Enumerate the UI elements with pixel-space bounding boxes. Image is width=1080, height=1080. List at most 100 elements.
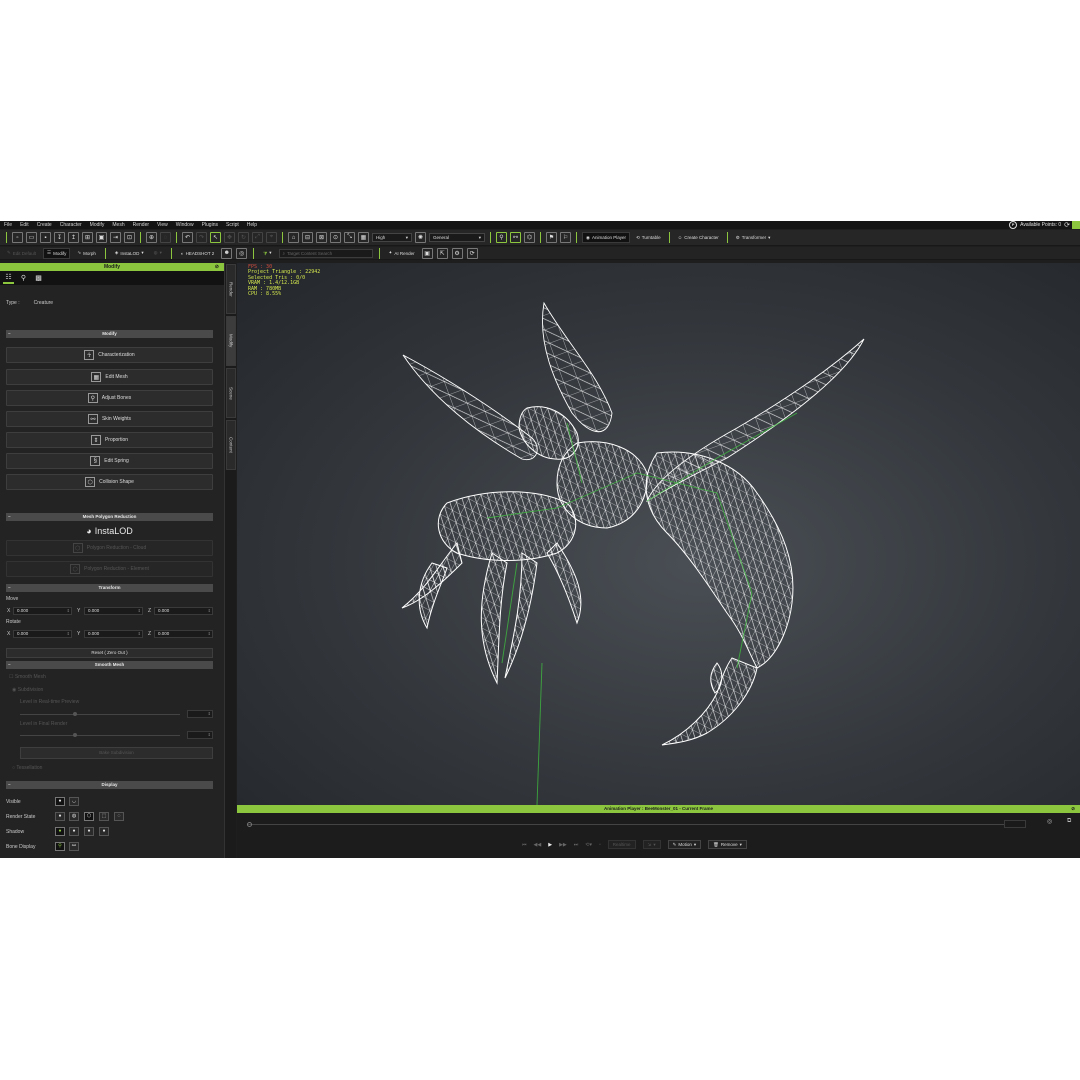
move-z-field[interactable]: 0.000 ⇕ [154, 607, 213, 615]
ai-render-button[interactable]: ✦ AI Render [386, 248, 418, 259]
section-mesh-polygon-reduction[interactable]: − Mesh Polygon Reduction [6, 513, 213, 521]
modify-button[interactable]: ☰ Modify [43, 247, 71, 259]
quality-select[interactable]: High ▾ [372, 233, 412, 242]
rotate-z-field[interactable]: 0.000 ⇕ [154, 630, 213, 638]
tab-attributes-icon[interactable]: ☷ [3, 273, 14, 284]
export-fbx-icon[interactable]: ⇥ [110, 232, 121, 243]
collapse-icon[interactable]: − [8, 584, 11, 592]
edit-default-button[interactable]: ✎ Edit Default [4, 248, 39, 259]
realtime-button[interactable]: Realtime [607, 840, 636, 849]
rotate-tool-icon[interactable]: ↻ [238, 232, 249, 243]
shading-select[interactable]: General ▾ [429, 233, 485, 242]
timeline-playhead[interactable] [247, 822, 252, 827]
play-icon[interactable]: ▶ [548, 842, 552, 848]
render-flat-icon[interactable]: ◍ [69, 812, 79, 821]
export-icon[interactable]: ↥ [68, 232, 79, 243]
pose-icon[interactable]: ⚲ [496, 232, 507, 243]
side-tab-modify[interactable]: Modify [226, 316, 236, 366]
plugin-dim-button[interactable]: ◍ ▾ [151, 248, 165, 259]
camera-zoom-icon[interactable]: ⤡ [344, 232, 355, 243]
create-character-button[interactable]: ☺ Create Character [675, 232, 722, 243]
collapse-icon[interactable]: − [8, 661, 11, 669]
collapse-icon[interactable]: − [8, 513, 11, 521]
bone-display-off-icon[interactable]: ⚯ [69, 842, 79, 851]
skin-weights-button[interactable]: ⚯ Skin Weights [6, 411, 213, 427]
visible-on-icon[interactable]: ● [55, 797, 65, 806]
scene-manager-icon[interactable]: ⚑ [546, 232, 557, 243]
export-image-icon[interactable]: ⇱ [436, 247, 448, 259]
menu-file[interactable]: File [0, 221, 16, 229]
globe-icon[interactable]: ◎ [236, 247, 248, 259]
side-tab-render[interactable]: Render [226, 264, 236, 314]
transformer-button[interactable]: ⚙ Transformer ▾ [733, 232, 774, 243]
menu-character[interactable]: Character [56, 221, 86, 229]
camera-orbit-icon[interactable]: ⊙ [330, 232, 341, 243]
instalod-button[interactable]: ◈ InstaLOD ▾ [112, 248, 147, 259]
side-tab-scene[interactable]: Scene [226, 368, 236, 418]
animation-player-button[interactable]: ◉ Animation Player [582, 232, 630, 243]
headshot-button[interactable]: ◐ HEADSHOT 2 [178, 248, 217, 259]
spinner-icon[interactable]: ⇕ [208, 732, 211, 738]
scale-tool-icon[interactable]: ⤢ [252, 232, 263, 243]
spinner-icon[interactable]: ⇕ [67, 631, 70, 637]
morph-button[interactable]: ∿ Morph [74, 248, 99, 259]
adjust-bones-button[interactable]: ⚲ Adjust Bones [6, 390, 213, 406]
panel-close-icon[interactable]: ⊘ [215, 263, 219, 271]
section-display[interactable]: − Display [6, 781, 213, 789]
render-wireframe-icon[interactable]: ⬡ [84, 812, 94, 821]
subd-preview-slider[interactable] [20, 714, 180, 715]
flag-icon[interactable]: ⚐ [560, 232, 571, 243]
move-x-field[interactable]: 0.000 ⇕ [13, 607, 72, 615]
spinner-icon[interactable]: ⇕ [67, 608, 70, 614]
import-icon[interactable]: ↧ [54, 232, 65, 243]
spinner-icon[interactable]: ⇕ [138, 631, 141, 637]
refresh-icon[interactable]: ⟳ [1064, 221, 1070, 229]
polygon-reduction-cloud-button[interactable]: ⬡ Polygon Reduction - Cloud [6, 540, 213, 556]
content-filter-button[interactable]: ⧩ ▾ [260, 248, 274, 259]
section-transform[interactable]: − Transform [6, 584, 213, 592]
shadow-off-icon[interactable]: ● [99, 827, 109, 836]
menu-plugins[interactable]: Plugins [198, 221, 222, 229]
hierarchy-icon[interactable]: ⌬ [524, 232, 535, 243]
shadow-on-icon[interactable]: ● [55, 827, 65, 836]
reset-zero-out-button[interactable]: Reset ( Zero Out ) [6, 648, 213, 658]
face-icon[interactable]: ☻ [221, 247, 233, 259]
side-tab-content[interactable]: Content [226, 420, 236, 470]
spinner-icon[interactable]: ⇕ [138, 608, 141, 614]
zoom-icon[interactable]: ⊕ [146, 232, 157, 243]
shadow-receive-icon[interactable]: ● [69, 827, 79, 836]
current-frame-field[interactable] [1004, 820, 1026, 828]
menu-create[interactable]: Create [33, 221, 56, 229]
collapse-icon[interactable]: − [8, 330, 11, 338]
speed-select[interactable]: ⇲ ▾ [642, 840, 661, 849]
menu-edit[interactable]: Edit [16, 221, 33, 229]
subd-preview-field[interactable]: ⇕ [187, 710, 213, 718]
spinner-icon[interactable]: ⇕ [208, 631, 211, 637]
shadow-cast-icon[interactable]: ● [84, 827, 94, 836]
bone-display-on-icon[interactable]: ⚲ [55, 842, 65, 851]
redo-icon[interactable]: ↷ [196, 232, 207, 243]
light-icon[interactable]: ✺ [415, 232, 426, 243]
screenshot-icon[interactable]: ▣ [421, 247, 433, 259]
open-folder-icon[interactable]: ▭ [26, 232, 37, 243]
save-icon[interactable]: ▪ [40, 232, 51, 243]
subd-final-field[interactable]: ⇕ [187, 731, 213, 739]
snap-icon[interactable]: ⌖ [266, 232, 277, 243]
menu-render[interactable]: Render [129, 221, 153, 229]
tab-material-icon[interactable]: ▩ [33, 273, 44, 284]
go-start-icon[interactable]: ⏮ [522, 842, 527, 848]
render-hidden-icon[interactable]: ◌ [114, 812, 124, 821]
save-as-icon[interactable]: ▣ [96, 232, 107, 243]
collapse-icon[interactable]: − [8, 781, 11, 789]
turntable-button[interactable]: ⟲ Turntable [633, 232, 664, 243]
section-modify[interactable]: − Modify [6, 330, 213, 338]
undo-icon[interactable]: ↶ [182, 232, 193, 243]
spinner-icon[interactable]: ⇕ [208, 608, 211, 614]
wire-view-icon[interactable]: ▦ [358, 232, 369, 243]
menu-help[interactable]: Help [243, 221, 261, 229]
menu-view[interactable]: View [153, 221, 172, 229]
3d-viewport[interactable]: FPS : 30 Project Triangle : 22942 Select… [237, 263, 1080, 805]
subd-final-slider[interactable] [20, 735, 180, 736]
move-tool-icon[interactable]: ✥ [224, 232, 235, 243]
tessellation-radio[interactable]: ○ Tessellation [12, 765, 42, 771]
